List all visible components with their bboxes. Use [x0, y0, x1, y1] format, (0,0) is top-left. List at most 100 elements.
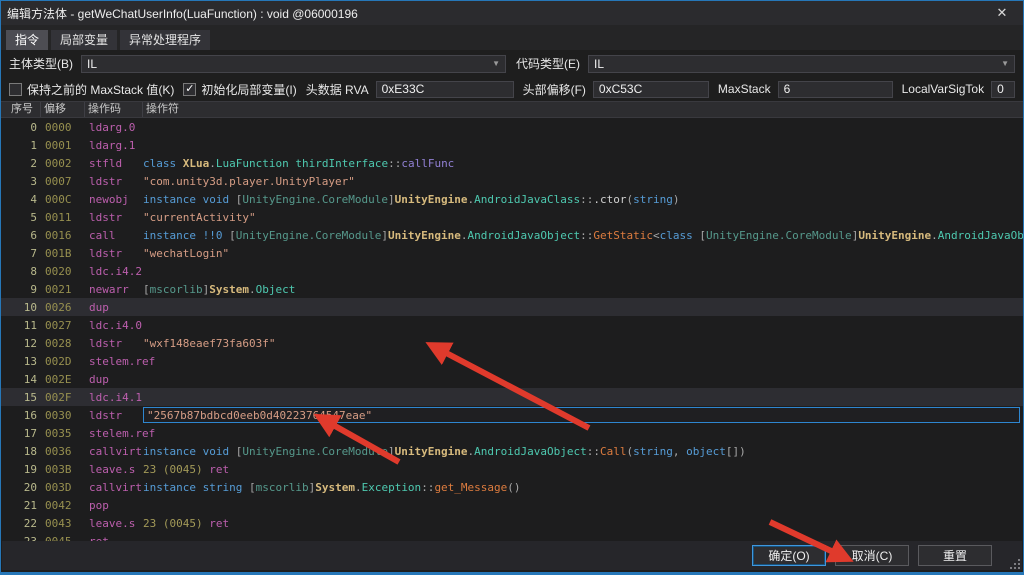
operand-segment: get_Message — [434, 481, 507, 494]
operand-segment: LuaFunction — [216, 157, 289, 170]
instruction-offset: 001B — [41, 247, 85, 260]
instruction-index: 18 — [1, 445, 41, 458]
operand-segment: System — [209, 283, 249, 296]
instruction-opcode: ldarg.1 — [85, 139, 143, 152]
column-header-index[interactable]: 序号 — [1, 102, 41, 117]
instruction-index: 7 — [1, 247, 41, 260]
tab-exception-handlers[interactable]: 异常处理程序 — [120, 30, 210, 50]
maxstack-label: MaxStack — [718, 82, 771, 96]
instruction-offset: 0007 — [41, 175, 85, 188]
il-instruction-row[interactable]: 180036callvirtinstance void [UnityEngine… — [1, 442, 1023, 460]
il-instruction-row[interactable]: 160030ldstr"2567b87bdbcd0eeb0d4022376454… — [1, 406, 1023, 424]
operand-segment: ( — [627, 193, 634, 206]
keep-maxstack-checkbox[interactable] — [9, 83, 22, 96]
operand-segment: . — [209, 157, 216, 170]
column-header-opcode[interactable]: 操作码 — [85, 102, 143, 117]
title-bar: 编辑方法体 - getWeChatUserInfo(LuaFunction) :… — [1, 1, 1023, 25]
localvarsigtok-input[interactable]: 0 — [991, 81, 1015, 98]
init-locals-label: 初始化局部变量(I) — [201, 81, 296, 98]
instruction-index: 1 — [1, 139, 41, 152]
reset-button[interactable]: 重置 — [918, 545, 992, 566]
instruction-offset: 0016 — [41, 229, 85, 242]
code-type-select[interactable]: IL ▼ — [588, 55, 1015, 73]
il-instruction-row[interactable]: 30007ldstr"com.unity3d.player.UnityPlaye… — [1, 172, 1023, 190]
il-instruction-row[interactable]: 10001ldarg.1 — [1, 136, 1023, 154]
operand-segment: GetStatic — [593, 229, 653, 242]
header-rva-label: 头数据 RVA — [306, 81, 369, 98]
instruction-opcode: ldc.i4.0 — [85, 319, 143, 332]
header-offset-input[interactable]: 0xC53C — [593, 81, 709, 98]
instruction-opcode: stfld — [85, 157, 143, 170]
il-instruction-row[interactable]: 15002Fldc.i4.1 — [1, 388, 1023, 406]
operand-segment: []) — [726, 445, 746, 458]
operand-segment: ] — [388, 445, 395, 458]
il-instruction-row[interactable]: 00000ldarg.0 — [1, 118, 1023, 136]
body-type-select[interactable]: IL ▼ — [81, 55, 506, 73]
ok-button[interactable]: 确定(O) — [752, 545, 826, 566]
close-icon[interactable]: ✕ — [987, 2, 1017, 24]
il-instruction-row[interactable]: 210042pop — [1, 496, 1023, 514]
instruction-index: 19 — [1, 463, 41, 476]
operand-segment: . — [461, 229, 468, 242]
header-rva-input[interactable]: 0xE33C — [376, 81, 514, 98]
instruction-operand: class XLua.LuaFunction thirdInterface::c… — [143, 157, 1023, 170]
instruction-index: 11 — [1, 319, 41, 332]
il-instruction-row[interactable]: 90021newarr[mscorlib]System.Object — [1, 280, 1023, 298]
cancel-button[interactable]: 取消(C) — [835, 545, 909, 566]
il-instruction-row[interactable]: 19003Bleave.s23 (0045) ret — [1, 460, 1023, 478]
resize-grip-icon[interactable] — [1008, 557, 1020, 569]
instruction-index: 20 — [1, 481, 41, 494]
instruction-offset: 0011 — [41, 211, 85, 224]
instruction-opcode: dup — [85, 301, 143, 314]
instruction-opcode: leave.s — [85, 463, 143, 476]
code-type-label: 代码类型(E) — [516, 55, 580, 72]
il-instruction-row[interactable]: 220043leave.s23 (0045) ret — [1, 514, 1023, 532]
operand-segment: .ctor — [593, 193, 626, 206]
operand-edit-input[interactable]: "2567b87bdbcd0eeb0d40223764547eae" — [143, 407, 1020, 423]
instruction-opcode: leave.s — [85, 517, 143, 530]
header-offset-label: 头部偏移(F) — [523, 81, 586, 98]
instruction-index: 2 — [1, 157, 41, 170]
il-instruction-row[interactable]: 80020ldc.i4.2 — [1, 262, 1023, 280]
il-instruction-row[interactable]: 14002Edup — [1, 370, 1023, 388]
instruction-opcode: ldc.i4.2 — [85, 265, 143, 278]
il-instruction-row[interactable]: 20003Dcallvirtinstance string [mscorlib]… — [1, 478, 1023, 496]
operand-segment: :: — [421, 481, 434, 494]
il-instruction-row[interactable]: 170035stelem.ref — [1, 424, 1023, 442]
il-instruction-row[interactable]: 20002stfldclass XLua.LuaFunction thirdIn… — [1, 154, 1023, 172]
instruction-operand: instance !!0 [UnityEngine.CoreModule]Uni… — [143, 229, 1023, 242]
instruction-index: 3 — [1, 175, 41, 188]
instruction-offset: 0026 — [41, 301, 85, 314]
instruction-index: 15 — [1, 391, 41, 404]
instruction-offset: 0002 — [41, 157, 85, 170]
il-instruction-row[interactable]: 50011ldstr"currentActivity" — [1, 208, 1023, 226]
dialog-title: 编辑方法体 - getWeChatUserInfo(LuaFunction) :… — [7, 5, 987, 22]
il-instruction-row[interactable]: 60016callinstance !!0 [UnityEngine.CoreM… — [1, 226, 1023, 244]
operand-segment: [ — [236, 445, 243, 458]
operand-segment: ret — [209, 517, 229, 530]
il-instruction-row[interactable]: 13002Dstelem.ref — [1, 352, 1023, 370]
column-header-offset[interactable]: 偏移 — [41, 102, 85, 117]
tab-instructions[interactable]: 指令 — [6, 30, 48, 50]
instruction-opcode: ldstr — [85, 409, 143, 422]
instruction-offset: 000C — [41, 193, 85, 206]
type-row: 主体类型(B) IL ▼ 代码类型(E) IL ▼ — [1, 50, 1023, 77]
instruction-opcode: stelem.ref — [85, 355, 143, 368]
operand-segment: < — [653, 229, 660, 242]
il-instruction-row[interactable]: 100026dup — [1, 298, 1023, 316]
maxstack-value: 6 — [784, 82, 791, 96]
localvarsigtok-value: 0 — [997, 82, 1004, 96]
il-instruction-row[interactable]: 110027ldc.i4.0 — [1, 316, 1023, 334]
init-locals-checkbox[interactable]: ✓ — [183, 83, 196, 96]
il-instruction-row[interactable]: 7001Bldstr"wechatLogin" — [1, 244, 1023, 262]
instruction-operand: 23 (0045) ret — [143, 463, 1023, 476]
operand-segment: instance !!0 — [143, 229, 229, 242]
column-header-operand[interactable]: 操作符 — [143, 102, 1023, 117]
operand-segment: ) — [673, 193, 680, 206]
tab-local-variables[interactable]: 局部变量 — [51, 30, 117, 50]
il-instruction-row[interactable]: 120028ldstr"wxf148eaef73fa603f" — [1, 334, 1023, 352]
operand-segment: class — [143, 157, 183, 170]
il-instruction-row[interactable]: 4000Cnewobjinstance void [UnityEngine.Co… — [1, 190, 1023, 208]
operand-segment: string — [633, 193, 673, 206]
maxstack-input[interactable]: 6 — [778, 81, 893, 98]
